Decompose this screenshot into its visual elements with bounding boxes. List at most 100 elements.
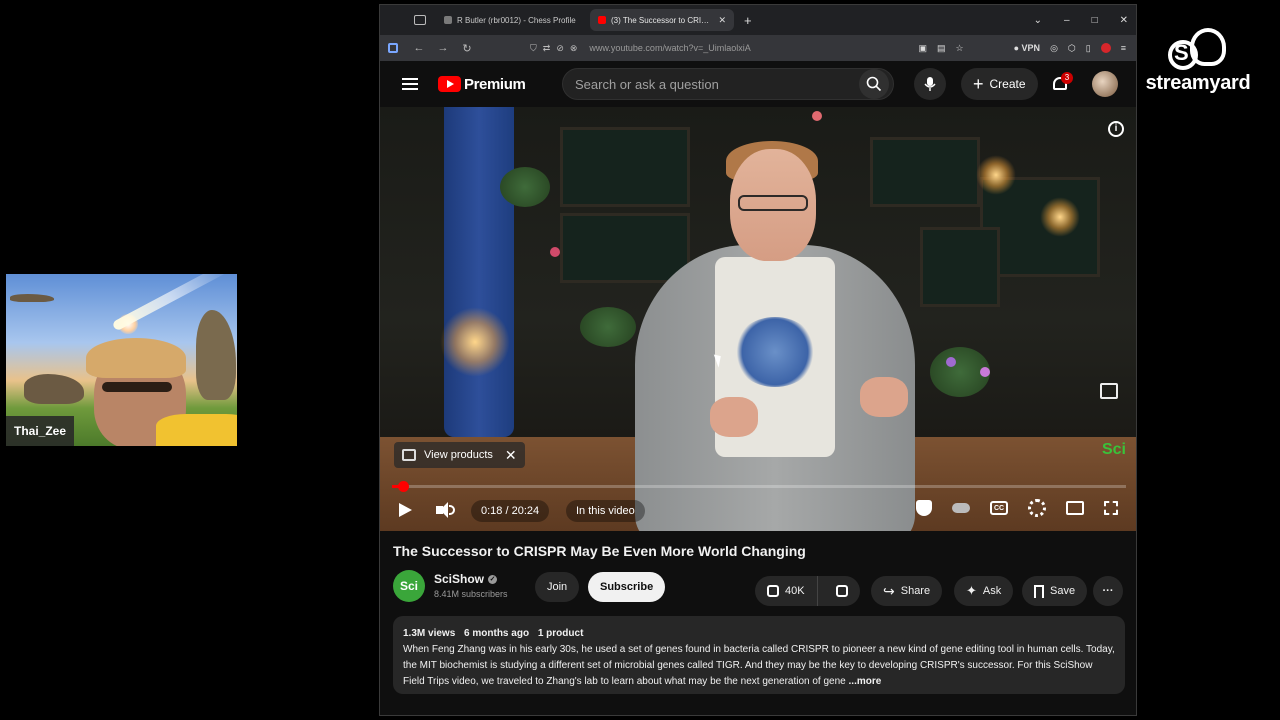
shield-icon[interactable] [916, 500, 932, 516]
hamburger-menu-icon[interactable] [402, 75, 418, 93]
plus-icon: + [973, 74, 984, 94]
close-icon[interactable]: ✕ [505, 447, 517, 464]
shield-icon[interactable]: ⛉ [530, 43, 537, 54]
more-actions-button[interactable]: ··· [1093, 576, 1123, 606]
player-right-controls: CC [916, 499, 1118, 517]
product-count[interactable]: 1 product [538, 628, 584, 639]
search-button[interactable] [859, 69, 889, 99]
channel-watermark[interactable]: Sci [1102, 441, 1126, 459]
stream-canvas: Thai_Zee S streamyard R Butler (rbr0012)… [0, 0, 1280, 720]
play-icon[interactable] [399, 503, 412, 517]
description-box[interactable]: 1.3M views 6 months ago 1 product When F… [393, 616, 1125, 694]
menu-icon[interactable]: ≡ [1121, 43, 1126, 53]
verified-badge-icon: ✓ [488, 575, 498, 585]
sidebar-icon[interactable] [388, 43, 398, 53]
profile-icon[interactable]: ▯ [1086, 43, 1091, 54]
view-products-chip[interactable]: View products ✕ [394, 442, 525, 468]
settings-gear-icon[interactable] [1028, 499, 1046, 517]
tab-chess-profile[interactable]: R Butler (rbr0012) - Chess Profile [436, 9, 586, 31]
minimize-button[interactable]: – [1064, 15, 1070, 26]
flower-graphic [946, 357, 956, 367]
address-bar[interactable]: ⛉ ⇄ ⊘ ⊗ www.youtube.com/watch?v=_Uimlaol… [530, 39, 940, 57]
streamyard-mark-icon: S [1168, 26, 1228, 70]
youtube-play-icon [438, 76, 461, 92]
scrubber-handle[interactable] [397, 481, 409, 492]
webcam-tile: Thai_Zee [6, 274, 237, 446]
share-arrow-icon: ↪ [883, 582, 895, 599]
autoplay-toggle[interactable] [952, 503, 970, 513]
close-window-button[interactable]: ✕ [1120, 15, 1128, 26]
voice-search-button[interactable] [914, 68, 946, 100]
info-icon[interactable]: i [1108, 121, 1124, 137]
tab-title: (3) The Successor to CRISPR May Be Even … [611, 15, 712, 25]
like-dislike-group: 40K [755, 576, 860, 606]
account-avatar[interactable] [1092, 71, 1118, 97]
tv-icon[interactable]: ▤ [937, 43, 946, 54]
tab-actions-icon[interactable] [414, 15, 426, 25]
description-text: When Feng Zhang was in his early 30s, he… [403, 644, 1115, 687]
tab-list-chevron-icon[interactable]: ⌄ [1034, 15, 1042, 26]
shelf-graphic [560, 213, 690, 283]
search-bar [562, 68, 894, 100]
player-controls: 0:18 / 20:24 In this video CC [380, 495, 1136, 525]
vpn-button[interactable]: ● VPN [1014, 43, 1040, 53]
progress-bar[interactable] [392, 481, 1126, 492]
maximize-button[interactable]: □ [1092, 15, 1098, 26]
dinosaur-graphic [24, 374, 84, 404]
swap-icon[interactable]: ⇄ [543, 43, 551, 54]
captions-icon[interactable]: CC [990, 501, 1008, 515]
tracking-icon[interactable]: ⊗ [570, 43, 578, 54]
forward-icon[interactable]: → [434, 42, 452, 54]
channel-name[interactable]: SciShow ✓ [434, 572, 498, 586]
back-icon[interactable]: ← [410, 42, 428, 54]
picture-in-picture-icon[interactable] [1100, 383, 1118, 399]
join-button[interactable]: Join [535, 572, 580, 602]
lamp-bulb-graphic [440, 307, 510, 377]
participant-name-tag: Thai_Zee [6, 416, 75, 446]
youtube-logo[interactable]: Premium [438, 76, 526, 93]
in-this-video-chip[interactable]: In this video [566, 500, 645, 522]
search-input[interactable] [563, 76, 859, 92]
video-title: The Successor to CRISPR May Be Even More… [393, 543, 806, 559]
create-button[interactable]: + Create [961, 68, 1038, 100]
volume-icon[interactable] [436, 502, 456, 518]
subscriber-count: 8.41M subscribers [434, 589, 508, 599]
tab-youtube-video[interactable]: (3) The Successor to CRISPR May Be Even … [590, 9, 734, 31]
extension-red-icon[interactable] [1100, 43, 1111, 53]
url-text[interactable]: www.youtube.com/watch?v=_UimlaolxiA [589, 43, 750, 53]
fullscreen-icon[interactable] [1104, 501, 1118, 515]
microphone-icon [924, 77, 936, 91]
ask-label: Ask [982, 585, 1002, 597]
presenter-glasses [738, 195, 808, 211]
navigation-bar: ← → ↻ ⛉ ⇄ ⊘ ⊗ www.youtube.com/watch?v=_U… [380, 35, 1136, 61]
video-player[interactable]: i Sci View products ✕ 0:18 / 20:24 In th… [380, 107, 1136, 531]
like-button[interactable]: 40K [755, 576, 818, 606]
theater-mode-icon[interactable] [1066, 501, 1084, 515]
extensions-icon[interactable]: ⬡ [1068, 43, 1076, 54]
screenshot-icon[interactable]: ▣ [919, 43, 928, 54]
share-label: Share [900, 585, 931, 597]
close-tab-icon[interactable]: ✕ [718, 15, 726, 26]
dislike-button[interactable] [824, 576, 860, 606]
presenter-hand [710, 397, 758, 437]
science-print-graphic [733, 317, 817, 387]
thumbs-down-icon [835, 585, 848, 597]
camera-off-icon[interactable]: ⊘ [556, 43, 564, 54]
bookmark-icon [1034, 584, 1044, 598]
subscribe-button[interactable]: Subscribe [588, 572, 666, 602]
bookmark-star-icon[interactable]: ☆ [956, 43, 964, 54]
channel-avatar[interactable]: Sci [393, 570, 425, 602]
view-count: 1.3M views [403, 628, 456, 639]
notifications-button[interactable]: 3 [1050, 72, 1073, 95]
time-display: 0:18 / 20:24 [471, 500, 550, 522]
wallet-icon[interactable]: ◎ [1050, 43, 1058, 54]
save-button[interactable]: Save [1022, 576, 1088, 606]
new-tab-button[interactable]: + [744, 13, 752, 28]
flower-graphic [550, 247, 560, 257]
sunglasses [102, 382, 172, 392]
more-link[interactable]: ...more [849, 676, 882, 687]
ask-button[interactable]: ✦ Ask [954, 576, 1014, 606]
share-button[interactable]: ↪ Share [871, 576, 943, 606]
save-label: Save [1050, 585, 1076, 597]
reload-icon[interactable]: ↻ [458, 42, 476, 55]
